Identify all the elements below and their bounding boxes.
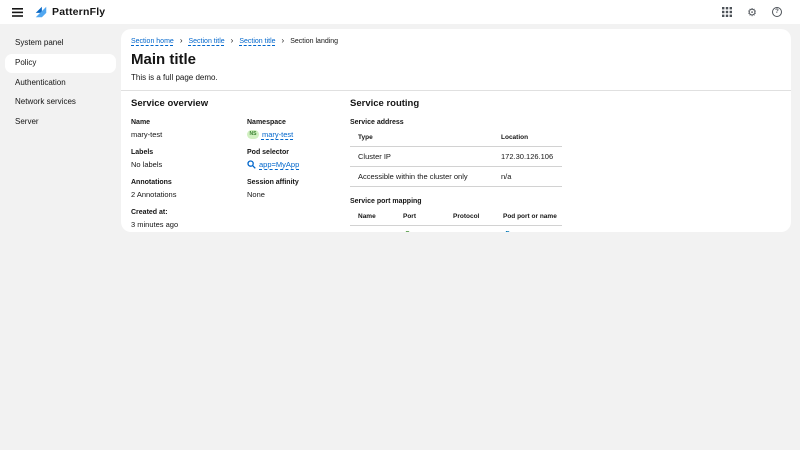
column-header-type: Type [350,127,493,147]
field-label: Created at: [131,208,168,216]
chevron-right-icon: › [179,36,183,45]
cell-type: Accessible within the cluster only [350,166,493,187]
field-session-affinity: Session affinity None [247,179,350,199]
chevron-right-icon: › [230,36,234,45]
sidebar-item-authentication[interactable]: Authentication [5,74,116,93]
field-value: 3 minutes ago [131,219,179,229]
table-row: -- S 80 TCP P [350,225,562,232]
field-value: mary-test [131,129,163,139]
settings-button[interactable]: ⚙ [743,5,761,20]
help-button[interactable]: ? [768,5,786,19]
cell-protocol: TCP [445,225,495,232]
field-label: Session affinity [247,178,299,186]
hamburger-icon [12,7,23,17]
column-header-pod-port: Pod port or name [495,206,562,226]
field-label: Namespace [247,118,286,126]
sidebar-item-system-panel[interactable]: System panel [5,34,116,53]
cell-port-value: 80 [415,231,423,233]
gear-icon: ⚙ [747,5,757,19]
service-overview-section: Service overview Name mary-test Namespac… [131,98,350,233]
service-routing-title: Service routing [350,97,420,109]
field-value: 2 Annotations [131,189,177,199]
brand-logo-link[interactable]: PatternFly [34,5,105,19]
card-body: Service overview Name mary-test Namespac… [121,91,791,233]
column-header-location: Location [493,127,562,147]
pod-selector-link[interactable]: app=MyApp [259,160,299,169]
table-header-row: Type Location [350,127,562,147]
help-icon: ? [772,7,782,17]
field-annotations: Annotations 2 Annotations [131,179,247,199]
breadcrumb-link-section-home[interactable]: Section home [131,38,174,45]
field-namespace: Namespace NS mary-test [247,119,350,139]
sidebar-item-network-services[interactable]: Network services [5,93,116,112]
field-label: Labels [131,148,154,156]
service-port-mapping-table: Name Port Protocol Pod port or name -- [350,206,562,232]
chevron-right-icon: › [281,36,285,45]
page-title: Main title [131,51,197,68]
cell-pod-port-value: 80 [515,231,523,233]
field-value: No labels [131,159,163,169]
cell-type: Cluster IP [350,146,493,167]
service-overview-fields: Name mary-test Namespace NS mary-test La… [131,119,350,229]
hamburger-menu-button[interactable] [8,6,27,19]
field-labels: Labels No labels [131,149,247,169]
service-port-badge: S [403,230,412,232]
field-value: None [247,189,265,199]
service-address-title: Service address [350,118,404,126]
field-label: Annotations [131,178,172,186]
table-row: Cluster IP 172.30.126.106 [350,146,562,167]
sidebar-item-server[interactable]: Server [5,113,116,132]
field-label: Pod selector [247,148,290,156]
cell-location: n/a [493,166,562,187]
masthead-actions: ⚙ ? [718,5,786,20]
main-area: Section home › Section title › Section t… [121,24,800,450]
sidebar-item-policy[interactable]: Policy [5,53,116,73]
namespace-link[interactable]: mary-test [262,130,293,139]
service-port-mapping-title: Service port mapping [350,197,422,205]
patternfly-logo-icon [35,6,47,18]
field-name: Name mary-test [131,119,247,139]
brand-name: PatternFly [52,6,106,18]
page-header: Section home › Section title › Section t… [121,29,791,91]
pod-port-badge: P [503,230,512,232]
service-routing-section: Service routing Service address Type Loc… [350,97,562,232]
breadcrumb: Section home › Section title › Section t… [131,37,781,45]
namespace-badge: NS [247,129,259,139]
apps-grid-button[interactable] [718,5,736,19]
cell-port-name: -- [350,225,395,232]
table-row: Accessible within the cluster only n/a [350,166,562,187]
page-layout: System panel Policy Authentication Netwo… [0,24,800,450]
cell-location: 172.30.126.106 [493,146,562,167]
search-icon [247,159,256,169]
breadcrumb-link-section-title-2[interactable]: Section title [239,38,275,45]
column-header-protocol: Protocol [445,206,495,226]
content-card: Section home › Section title › Section t… [121,29,791,232]
page-subtitle: This is a full page demo. [131,72,218,82]
field-label: Name [131,118,151,126]
column-header-port: Port [395,206,445,226]
masthead: PatternFly ⚙ ? [0,0,800,24]
service-address-table: Type Location Cluster IP 172.30.126.106 … [350,127,562,187]
field-created-at: Created at: 3 minutes ago [131,209,247,229]
breadcrumb-link-section-title-1[interactable]: Section title [188,38,224,45]
service-overview-title: Service overview [131,97,209,109]
sidebar: System panel Policy Authentication Netwo… [0,24,121,450]
apps-grid-icon [722,7,733,17]
table-header-row: Name Port Protocol Pod port or name [350,206,562,226]
breadcrumb-current-page: Section landing [290,37,339,45]
column-header-name: Name [350,206,395,226]
field-pod-selector: Pod selector app=MyApp [247,149,350,169]
